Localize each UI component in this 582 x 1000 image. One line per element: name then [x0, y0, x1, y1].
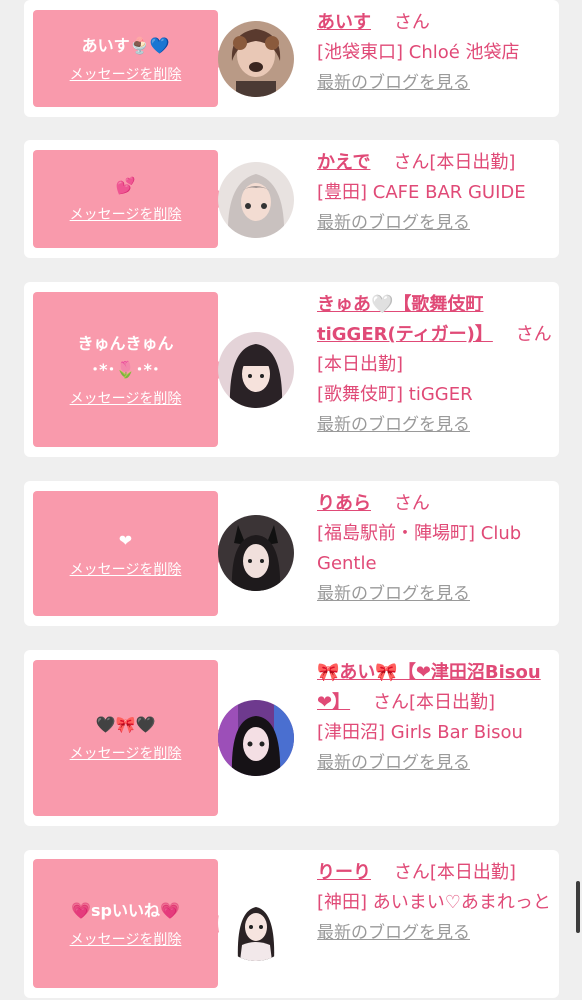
message-bubble: ❤ メッセージを削除 — [33, 491, 227, 616]
delete-message-link[interactable]: メッセージを削除 — [70, 560, 182, 580]
message-bubble: あいす🍨💙 メッセージを削除 — [33, 10, 227, 107]
shop-name: [福島駅前・陣場町] Club Gentle — [317, 523, 522, 574]
message-card: 💕 メッセージを削除 かえで さん[本日出勤] [豊田] CAFE BAR GU… — [24, 140, 559, 258]
status-text: [本日出勤] — [317, 354, 404, 375]
message-bubble: 💕 メッセージを削除 — [33, 150, 227, 248]
message-text: 💗spいいね💗 — [71, 900, 180, 920]
status-text: [本日出勤] — [408, 692, 496, 713]
avatar[interactable] — [218, 162, 294, 238]
latest-blog-link[interactable]: 最新のブログを見る — [317, 213, 470, 233]
message-card: 🖤🎀🖤 メッセージを削除 🎀あい🎀【❤津田沼Bisou❤】 さん[本日出勤] [… — [24, 650, 559, 826]
cast-name-link[interactable]: りあら — [317, 493, 371, 514]
status-text: [本日出勤] — [429, 152, 516, 173]
cast-info: 🎀あい🎀【❤津田沼Bisou❤】 さん[本日出勤] [津田沼] Girls Ba… — [317, 658, 553, 778]
delete-message-link[interactable]: メッセージを削除 — [70, 930, 182, 950]
cast-name-link[interactable]: りーり — [317, 862, 371, 883]
shop-name: [歌舞伎町] tiGGER — [317, 384, 473, 405]
message-text: ❤ — [118, 530, 133, 550]
message-card: ❤ メッセージを削除 りあら さん [福島駅前・陣場町] Club Gentle… — [24, 481, 559, 626]
honorific: さん — [393, 152, 430, 173]
delete-message-link[interactable]: メッセージを削除 — [70, 205, 182, 225]
honorific: さん — [515, 324, 552, 345]
message-card: あいす🍨💙 メッセージを削除 あいす さん [池袋東口] Chloé 池袋店 最… — [24, 0, 559, 117]
avatar[interactable] — [218, 700, 294, 776]
delete-message-link[interactable]: メッセージを削除 — [70, 744, 182, 764]
honorific: さん — [372, 692, 409, 713]
latest-blog-link[interactable]: 最新のブログを見る — [317, 584, 470, 604]
shop-name: [池袋東口] Chloé 池袋店 — [317, 42, 520, 63]
status-text: [本日出勤] — [429, 862, 516, 883]
cast-name-link[interactable]: あいす — [317, 12, 371, 33]
cast-info: りーり さん[本日出勤] [神田] あいまい♡あまれっと 最新のブログを見る — [317, 858, 553, 948]
message-text: あいす🍨💙 — [81, 35, 170, 55]
shop-name: [豊田] CAFE BAR GUIDE — [317, 182, 526, 203]
latest-blog-link[interactable]: 最新のブログを見る — [317, 923, 470, 943]
shop-name: [津田沼] Girls Bar Bisou — [317, 722, 523, 743]
honorific: さん — [393, 12, 430, 33]
message-bubble: きゅんきゅん ･*･🌷･*･ メッセージを削除 — [33, 292, 227, 447]
message-text: 🖤🎀🖤 — [95, 715, 156, 734]
message-bubble: 🖤🎀🖤 メッセージを削除 — [33, 660, 227, 816]
shop-name: [神田] あいまい♡あまれっと — [317, 892, 551, 913]
delete-message-link[interactable]: メッセージを削除 — [70, 389, 182, 409]
scrollbar[interactable] — [576, 881, 580, 933]
latest-blog-link[interactable]: 最新のブログを見る — [317, 73, 470, 93]
honorific: さん — [393, 493, 430, 514]
cast-info: きゅあ🤍【歌舞伎町tiGGER(ティガー)】 さん [本日出勤] [歌舞伎町] t… — [317, 290, 553, 440]
delete-message-link[interactable]: メッセージを削除 — [70, 65, 182, 85]
latest-blog-link[interactable]: 最新のブログを見る — [317, 415, 470, 435]
message-text: きゅんきゅん ･*･🌷･*･ — [77, 333, 174, 379]
message-text: 💕 — [115, 176, 136, 195]
cast-info: かえで さん[本日出勤] [豊田] CAFE BAR GUIDE 最新のブログを… — [317, 148, 553, 238]
message-bubble: 💗spいいね💗 メッセージを削除 — [33, 859, 227, 988]
cast-name-link[interactable]: きゅあ🤍【歌舞伎町tiGGER(ティガー)】 — [317, 294, 493, 345]
avatar[interactable] — [218, 332, 294, 408]
avatar[interactable] — [218, 515, 294, 591]
message-card: きゅんきゅん ･*･🌷･*･ メッセージを削除 きゅあ🤍【歌舞伎町tiGGER(… — [24, 282, 559, 457]
cast-info: あいす さん [池袋東口] Chloé 池袋店 最新のブログを見る — [317, 8, 553, 98]
message-card: 💗spいいね💗 メッセージを削除 りーり さん[本日出勤] [神田] あいまい♡… — [24, 850, 559, 998]
honorific: さん — [393, 862, 430, 883]
latest-blog-link[interactable]: 最新のブログを見る — [317, 753, 470, 773]
cast-name-link[interactable]: かえで — [317, 152, 370, 173]
avatar[interactable] — [218, 21, 294, 97]
avatar[interactable] — [218, 885, 294, 961]
cast-info: りあら さん [福島駅前・陣場町] Club Gentle 最新のブログを見る — [317, 489, 553, 609]
